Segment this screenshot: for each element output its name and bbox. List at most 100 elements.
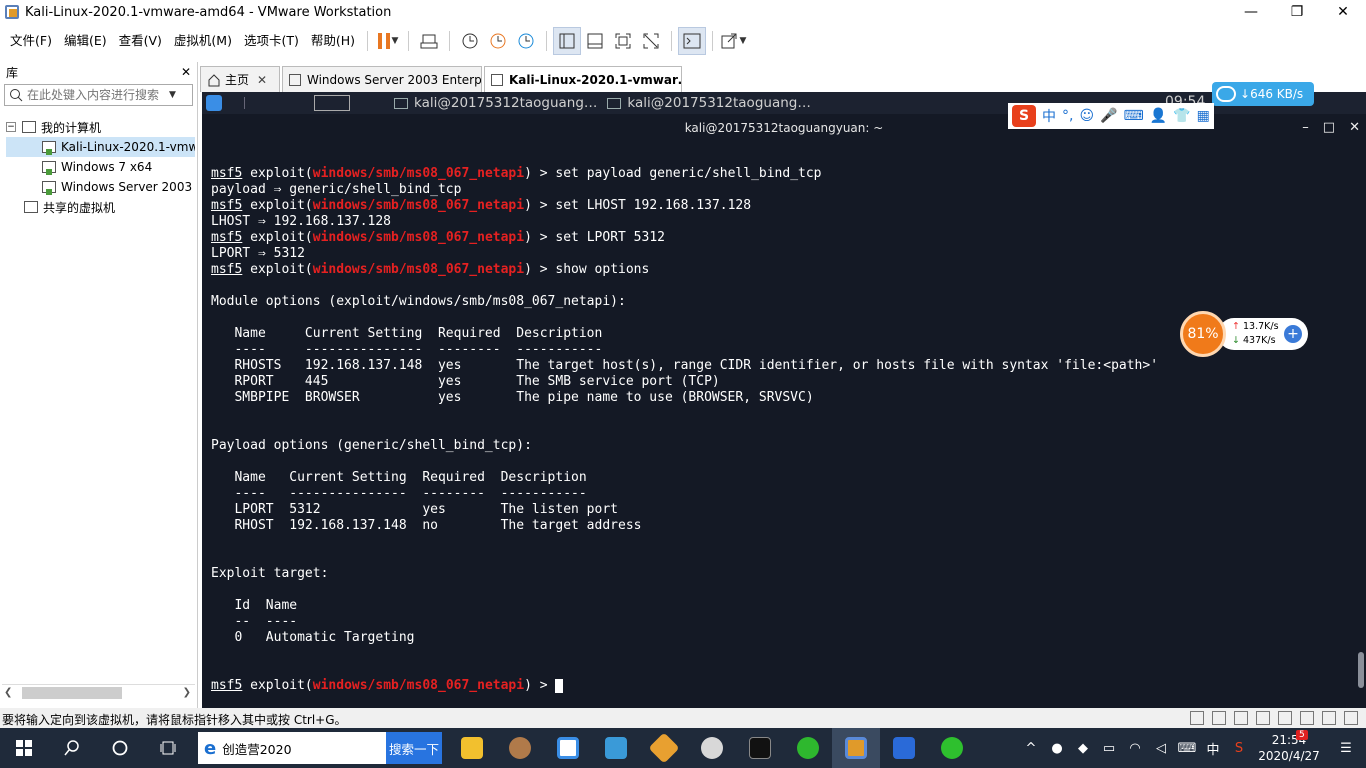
pause-button[interactable]: ▼ bbox=[374, 27, 402, 55]
tab-close-icon[interactable]: ✕ bbox=[257, 73, 267, 87]
notes-app-icon[interactable] bbox=[592, 728, 640, 768]
360-browser-icon[interactable] bbox=[784, 728, 832, 768]
sogou-ime-toolbar[interactable]: S 中 °, ☺ 🎤 ⌨ 👤 👕 ▦ bbox=[1008, 103, 1214, 129]
terminal-minimize-button[interactable]: – bbox=[1302, 116, 1309, 140]
scroll-right-icon[interactable]: ❯ bbox=[183, 687, 191, 698]
terminal-scrollbar[interactable] bbox=[1358, 652, 1364, 688]
wps-icon[interactable] bbox=[880, 728, 928, 768]
network-speed-widget[interactable]: ↓ 646 KB/s bbox=[1212, 82, 1314, 106]
taskbar-search-box[interactable]: e 创造营2020 bbox=[198, 732, 386, 764]
chevron-down-icon[interactable]: ▼ bbox=[169, 90, 176, 100]
cortana-icon[interactable] bbox=[96, 728, 144, 768]
volume-tray-icon[interactable]: ◁ bbox=[1148, 741, 1174, 756]
kali-menu-icon[interactable] bbox=[206, 95, 222, 111]
restore-button[interactable]: ❐ bbox=[1274, 0, 1320, 24]
tree-item-shared-vms[interactable]: 共享的虚拟机 bbox=[6, 197, 195, 217]
stretch-button[interactable]: ▼ bbox=[719, 27, 747, 55]
send-keys-button[interactable] bbox=[415, 27, 443, 55]
emoji-icon[interactable]: ☺ bbox=[1079, 108, 1094, 124]
unity-button[interactable] bbox=[637, 27, 665, 55]
guest-display[interactable]: kali@20175312taoguang… kali@20175312taog… bbox=[202, 92, 1366, 708]
terminal-launcher-icon[interactable] bbox=[314, 95, 350, 111]
terminal-cursor[interactable] bbox=[555, 678, 564, 693]
library-horizontal-scrollbar[interactable]: ❮ ❯ bbox=[2, 684, 195, 700]
battery-tray-icon[interactable]: ▭ bbox=[1096, 741, 1122, 756]
thumbnail-view-button[interactable] bbox=[581, 27, 609, 55]
tree-item-my-computer[interactable]: − 我的计算机 bbox=[6, 117, 195, 137]
terminal-output[interactable]: msf5 exploit(windows/smb/ms08_067_netapi… bbox=[211, 166, 1351, 706]
menu-help[interactable]: 帮助(H) bbox=[305, 26, 361, 56]
library-close-button[interactable]: ✕ bbox=[181, 65, 191, 79]
snapshot-button[interactable] bbox=[456, 27, 484, 55]
collapse-icon[interactable]: − bbox=[6, 122, 16, 132]
taskbar-terminal-1[interactable]: kali@20175312taoguang… bbox=[394, 95, 597, 111]
wifi-tray-icon[interactable]: ◠ bbox=[1122, 741, 1148, 756]
task-view-icon[interactable] bbox=[144, 728, 192, 768]
cd-drive-icon[interactable] bbox=[1234, 711, 1248, 725]
search-icon[interactable] bbox=[48, 728, 96, 768]
library-view-button[interactable] bbox=[553, 27, 582, 55]
menu-vm[interactable]: 虚拟机(M) bbox=[168, 26, 238, 56]
ime-mode[interactable]: 中 bbox=[1042, 106, 1056, 126]
keyboard-icon[interactable]: ⌨ bbox=[1124, 108, 1144, 124]
vpn-app-icon[interactable] bbox=[688, 728, 736, 768]
menu-view[interactable]: 查看(V) bbox=[113, 26, 168, 56]
tree-item-win7[interactable]: Windows 7 x64 bbox=[6, 157, 195, 177]
tab-home[interactable]: 主页 ✕ bbox=[200, 66, 280, 92]
message-log-icon[interactable] bbox=[1344, 711, 1358, 725]
tree-item-kali[interactable]: Kali-Linux-2020.1-vmw bbox=[6, 137, 195, 157]
vmware-taskbar-icon[interactable] bbox=[832, 728, 880, 768]
tree-item-win2003[interactable]: Windows Server 2003 bbox=[6, 177, 195, 197]
wechat-icon[interactable] bbox=[928, 728, 976, 768]
git-app-icon[interactable] bbox=[640, 728, 688, 768]
terminal-input-line[interactable]: msf5 exploit(windows/smb/ms08_067_netapi… bbox=[211, 678, 1351, 694]
punctuation-icon[interactable]: °, bbox=[1062, 108, 1073, 124]
fullscreen-button[interactable] bbox=[609, 27, 637, 55]
minimize-button[interactable]: — bbox=[1228, 0, 1274, 24]
microphone-icon[interactable]: 🎤 bbox=[1100, 108, 1117, 124]
avatar-app-icon[interactable] bbox=[496, 728, 544, 768]
cmd-icon[interactable] bbox=[736, 728, 784, 768]
user-icon[interactable]: 👤 bbox=[1150, 108, 1167, 124]
boost-button[interactable]: + bbox=[1284, 325, 1302, 343]
menu-edit[interactable]: 编辑(E) bbox=[58, 26, 113, 56]
revert-snapshot-button[interactable] bbox=[484, 27, 512, 55]
close-button[interactable]: ✕ bbox=[1320, 0, 1366, 24]
windows-start-icon[interactable] bbox=[0, 728, 48, 768]
system-monitor-widget[interactable]: ↑ 13.7K/s ↓ 437K/s 81% + bbox=[1180, 311, 1308, 357]
terminal-close-button[interactable]: ✕ bbox=[1349, 116, 1360, 140]
taskbar-clock[interactable]: 21:54 2020/4/27 bbox=[1252, 732, 1326, 764]
snapshot-manager-button[interactable] bbox=[512, 27, 540, 55]
skin-icon[interactable]: 👕 bbox=[1173, 108, 1190, 124]
baidu-netdisk-icon[interactable] bbox=[544, 728, 592, 768]
printer-icon[interactable] bbox=[1300, 711, 1314, 725]
display-icon[interactable] bbox=[1322, 711, 1336, 725]
tab-windows-server-2003[interactable]: Windows Server 2003 Enterpr… ✕ bbox=[282, 66, 482, 92]
toolbox-icon[interactable]: ▦ bbox=[1197, 108, 1210, 124]
workspace-switcher[interactable] bbox=[244, 97, 304, 109]
notification-center-icon[interactable]: ☰ bbox=[1326, 741, 1366, 756]
terminal-maximize-button[interactable]: □ bbox=[1323, 116, 1335, 140]
usb-icon[interactable] bbox=[1256, 711, 1270, 725]
library-search[interactable]: ▼ bbox=[4, 84, 193, 106]
taskbar-search-button[interactable]: 搜索一下 bbox=[386, 732, 442, 764]
menu-tabs[interactable]: 选项卡(T) bbox=[238, 26, 305, 56]
library-search-input[interactable] bbox=[27, 88, 167, 102]
scrollbar-thumb[interactable] bbox=[22, 686, 122, 699]
sogou-tray-icon[interactable]: S bbox=[1226, 741, 1252, 756]
keyboard-tray-icon[interactable]: ⌨ bbox=[1174, 741, 1200, 756]
console-button[interactable] bbox=[678, 27, 707, 55]
scroll-left-icon[interactable]: ❮ bbox=[4, 687, 12, 698]
hard-disk-icon[interactable] bbox=[1212, 711, 1226, 725]
qq-tray-icon[interactable]: ◆ bbox=[1070, 741, 1096, 756]
tab-kali-linux[interactable]: Kali-Linux-2020.1-vmwar… ✕ bbox=[484, 66, 682, 92]
terminal-output-line: Payload options (generic/shell_bind_tcp)… bbox=[211, 438, 532, 453]
network-adapter-icon[interactable] bbox=[1190, 711, 1204, 725]
ime-tray-indicator[interactable]: 中 bbox=[1200, 739, 1226, 758]
taskbar-terminal-2[interactable]: kali@20175312taoguang… bbox=[607, 95, 811, 111]
menu-file[interactable]: 文件(F) bbox=[4, 26, 58, 56]
wechat-tray-icon[interactable]: ● bbox=[1044, 741, 1070, 756]
file-explorer-icon[interactable] bbox=[448, 728, 496, 768]
show-hidden-icons-icon[interactable]: ^ bbox=[1018, 741, 1044, 756]
sound-icon[interactable] bbox=[1278, 711, 1292, 725]
